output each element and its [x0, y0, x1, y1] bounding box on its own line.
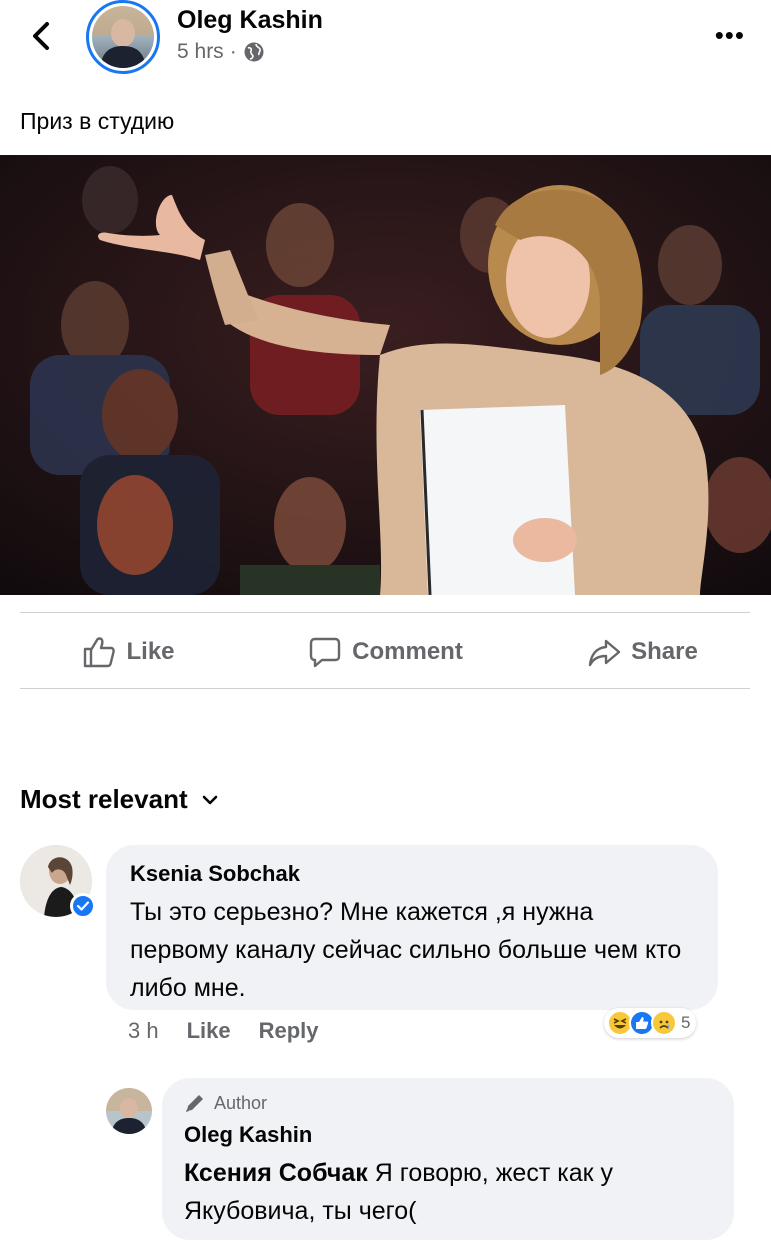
reply-bubble[interactable]: Author Oleg Kashin Ксения Собчак Я говор… — [162, 1078, 734, 1240]
comment-reactions[interactable]: 5 — [604, 1008, 697, 1038]
sort-label: Most relevant — [20, 784, 188, 814]
post-timestamp: 5 hrs · — [177, 40, 265, 64]
comment-text: Ты это серьезно? Мне кажется ,я нужна пе… — [130, 898, 682, 1002]
reply-author-avatar[interactable] — [106, 1088, 152, 1134]
commenter-name[interactable]: Ksenia Sobchak — [130, 861, 694, 887]
post-photo[interactable] — [0, 155, 771, 595]
comment-bubble[interactable]: Ksenia Sobchak Ты это серьезно? Мне каже… — [106, 845, 718, 1010]
comment-reply-button[interactable]: Reply — [259, 1018, 319, 1044]
verified-badge-icon — [70, 893, 96, 919]
comment-icon — [309, 637, 341, 668]
post-header: Oleg Kashin 5 hrs · ••• — [0, 0, 771, 90]
like-button[interactable]: Like — [0, 620, 257, 684]
author-badge: Author — [184, 1092, 712, 1114]
pencil-icon — [186, 1095, 203, 1112]
comment-meta: 3 h Like Reply — [128, 1018, 319, 1044]
chevron-down-icon — [202, 795, 217, 804]
post-time-text: 5 hrs — [177, 40, 224, 63]
time-separator: · — [229, 40, 237, 63]
comment-button[interactable]: Comment — [257, 620, 514, 684]
like-label: Like — [126, 638, 175, 665]
comment-label: Comment — [352, 638, 463, 665]
reply-mention[interactable]: Ксения Собчак — [184, 1159, 368, 1187]
sad-icon — [651, 1010, 677, 1036]
divider-top — [20, 612, 750, 613]
comment-sort-dropdown[interactable]: Most relevant — [20, 784, 218, 815]
share-button[interactable]: Share — [514, 620, 771, 684]
share-label: Share — [631, 638, 698, 665]
chevron-left-icon — [33, 22, 49, 50]
comment-time: 3 h — [128, 1018, 159, 1043]
author-avatar[interactable] — [86, 0, 160, 74]
divider-bottom — [20, 688, 750, 689]
comment-like-button[interactable]: Like — [187, 1018, 231, 1044]
reply-text: Ксения Собчак Я говорю, жест как у Якубо… — [184, 1154, 712, 1230]
more-options-button[interactable]: ••• — [715, 22, 745, 48]
back-button[interactable] — [26, 18, 56, 54]
reply-author-name[interactable]: Oleg Kashin — [184, 1122, 712, 1148]
author-badge-label: Author — [214, 1092, 268, 1113]
post-action-bar: Like Comment Share — [0, 620, 771, 684]
globe-icon — [244, 42, 264, 62]
author-name[interactable]: Oleg Kashin — [177, 6, 323, 35]
thumbs-up-icon — [84, 637, 116, 668]
share-arrow-icon — [588, 639, 621, 667]
post-caption: Приз в студию — [20, 108, 175, 134]
reaction-count: 5 — [681, 1013, 691, 1032]
